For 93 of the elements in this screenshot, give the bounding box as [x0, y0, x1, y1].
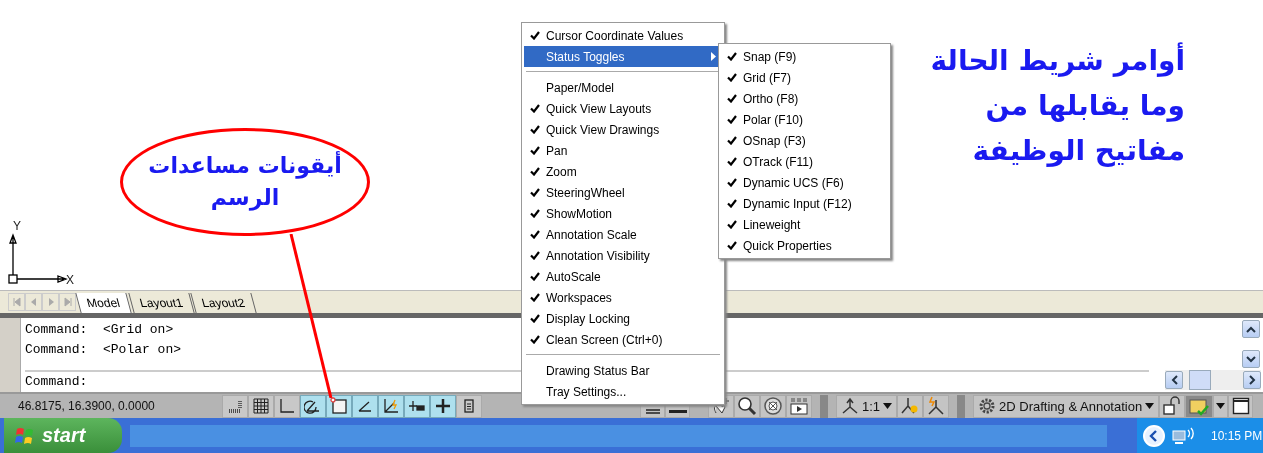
menu-item[interactable]: Grid (F7)	[721, 67, 888, 88]
up-chevron-icon	[1246, 325, 1256, 333]
padlock-icon	[1162, 396, 1183, 416]
zoom-button[interactable]	[734, 394, 760, 418]
menu-item[interactable]: Clean Screen (Ctrl+0)	[524, 329, 722, 350]
scroll-up-button[interactable]	[1242, 320, 1260, 338]
layout-tab[interactable]: Model	[75, 293, 132, 313]
osnap-icon	[330, 397, 348, 415]
menu-item[interactable]: Quick Properties	[721, 235, 888, 256]
ducs-toggle[interactable]	[378, 394, 404, 418]
menu-item[interactable]: OSnap (F3)	[721, 130, 888, 151]
menu-item[interactable]: Quick View Drawings	[524, 119, 722, 140]
right-arrow-icon	[63, 297, 72, 307]
cursor-coordinates: 46.8175, 16.3900, 0.0000	[17, 399, 156, 413]
annotation-text: أوامر شريط الحالة وما يقابلها من مفاتيح الوظيفة	[930, 41, 1185, 169]
axis-label: X	[66, 273, 74, 287]
menu-item[interactable]: Paper/Model	[524, 77, 722, 98]
qp-toggle[interactable]	[456, 394, 482, 418]
annotation-icon	[841, 397, 859, 415]
menu-item[interactable]: Display Locking	[524, 308, 722, 329]
ducs-icon	[382, 397, 400, 415]
menu-item[interactable]: Dynamic Input (F12)	[721, 193, 888, 214]
menu-item[interactable]: Ortho (F8)	[721, 88, 888, 109]
gear-icon	[978, 397, 997, 415]
caret-icon	[883, 403, 893, 409]
line-icon	[668, 409, 687, 413]
workspace-switch-button[interactable]: 2D Drafting & Annotation	[973, 394, 1160, 418]
menu-caret-button[interactable]	[1213, 394, 1229, 418]
annotation-scale-button[interactable]: 1:1	[836, 394, 898, 418]
grid-toggle[interactable]	[248, 394, 274, 418]
magnifier-icon	[737, 396, 757, 416]
command-line-text: Command: <Grid on>	[25, 321, 174, 339]
right-chevron-icon	[1248, 375, 1256, 385]
tray-check-icon	[1188, 396, 1211, 416]
caret-icon	[1145, 403, 1155, 409]
grid-icon	[252, 397, 270, 415]
lwt-toggle[interactable]	[430, 394, 456, 418]
menu-item[interactable]: AutoScale	[524, 266, 722, 287]
snap-toggle[interactable]	[222, 394, 248, 418]
menu-item[interactable]: Annotation Scale	[524, 224, 722, 245]
menu-item[interactable]: Snap (F9)	[721, 46, 888, 67]
menu-item[interactable]: Drawing Status Bar	[524, 360, 722, 381]
left-arrow-icon	[29, 297, 38, 307]
menu-item[interactable]: Pan	[524, 140, 722, 161]
flag-icon	[14, 425, 36, 446]
menu-item[interactable]: SteeringWheel	[524, 182, 722, 203]
left-arrow-icon	[12, 297, 21, 307]
window-icon	[1231, 397, 1250, 415]
lines-icon	[644, 408, 661, 414]
axis-label: Y	[13, 219, 21, 233]
play-screen-icon	[789, 396, 809, 416]
grip-bar[interactable]	[0, 318, 21, 392]
otrack-toggle[interactable]	[352, 394, 378, 418]
menu-item[interactable]: Tray Settings...	[524, 381, 722, 402]
menu-item[interactable]: OTrack (F11)	[721, 151, 888, 172]
steering-wheel-button[interactable]	[760, 394, 786, 418]
scroll-down-button[interactable]	[1242, 350, 1260, 368]
menu-item[interactable]: Cursor Coordinate Values	[524, 25, 722, 46]
network-icon[interactable]	[1171, 425, 1197, 446]
layout-tab[interactable]: Layout2	[190, 293, 257, 313]
clean-screen-button[interactable]	[1228, 394, 1254, 418]
ortho-icon	[278, 397, 296, 415]
lock-button[interactable]	[1159, 394, 1186, 418]
menu-item[interactable]: Quick View Layouts	[524, 98, 722, 119]
menu-item[interactable]: Zoom	[524, 161, 722, 182]
autoscale-button[interactable]	[923, 394, 950, 418]
annotation-visibility-button[interactable]	[897, 394, 924, 418]
menu-item[interactable]: Workspaces	[524, 287, 722, 308]
menu-item[interactable]: Dynamic UCS (F6)	[721, 172, 888, 193]
scroll-thumb[interactable]	[1189, 370, 1211, 390]
ortho-toggle[interactable]	[274, 394, 300, 418]
command-line-text: Command: <Polar on>	[25, 341, 182, 359]
lwt-icon	[434, 397, 452, 415]
osnap-toggle[interactable]	[326, 394, 352, 418]
menu-item[interactable]: Lineweight	[721, 214, 888, 235]
scroll-right-button[interactable]	[1243, 371, 1261, 389]
scroll-left-button[interactable]	[1165, 371, 1183, 389]
left-chevron-icon	[1170, 375, 1178, 385]
left-chevron-icon	[1149, 429, 1159, 442]
dyn-toggle[interactable]	[404, 394, 430, 418]
wheel-icon	[763, 396, 783, 416]
show-motion-button[interactable]	[786, 394, 812, 418]
layout-tab[interactable]: Layout1	[128, 293, 195, 313]
callout-text: أيقونات مساعدات الرسم	[148, 150, 342, 213]
clock: 10:15 PM	[1211, 428, 1263, 443]
polar-toggle[interactable]	[300, 394, 326, 418]
down-chevron-icon	[1246, 355, 1256, 363]
menu-item[interactable]: Polar (F10)	[721, 109, 888, 130]
menu-item[interactable]: ShowMotion	[524, 203, 722, 224]
right-arrow-icon	[46, 297, 55, 307]
caret-icon	[1216, 403, 1226, 409]
show-hidden-icons-button[interactable]	[1143, 424, 1165, 447]
menu-item[interactable]: Annotation Visibility	[524, 245, 722, 266]
